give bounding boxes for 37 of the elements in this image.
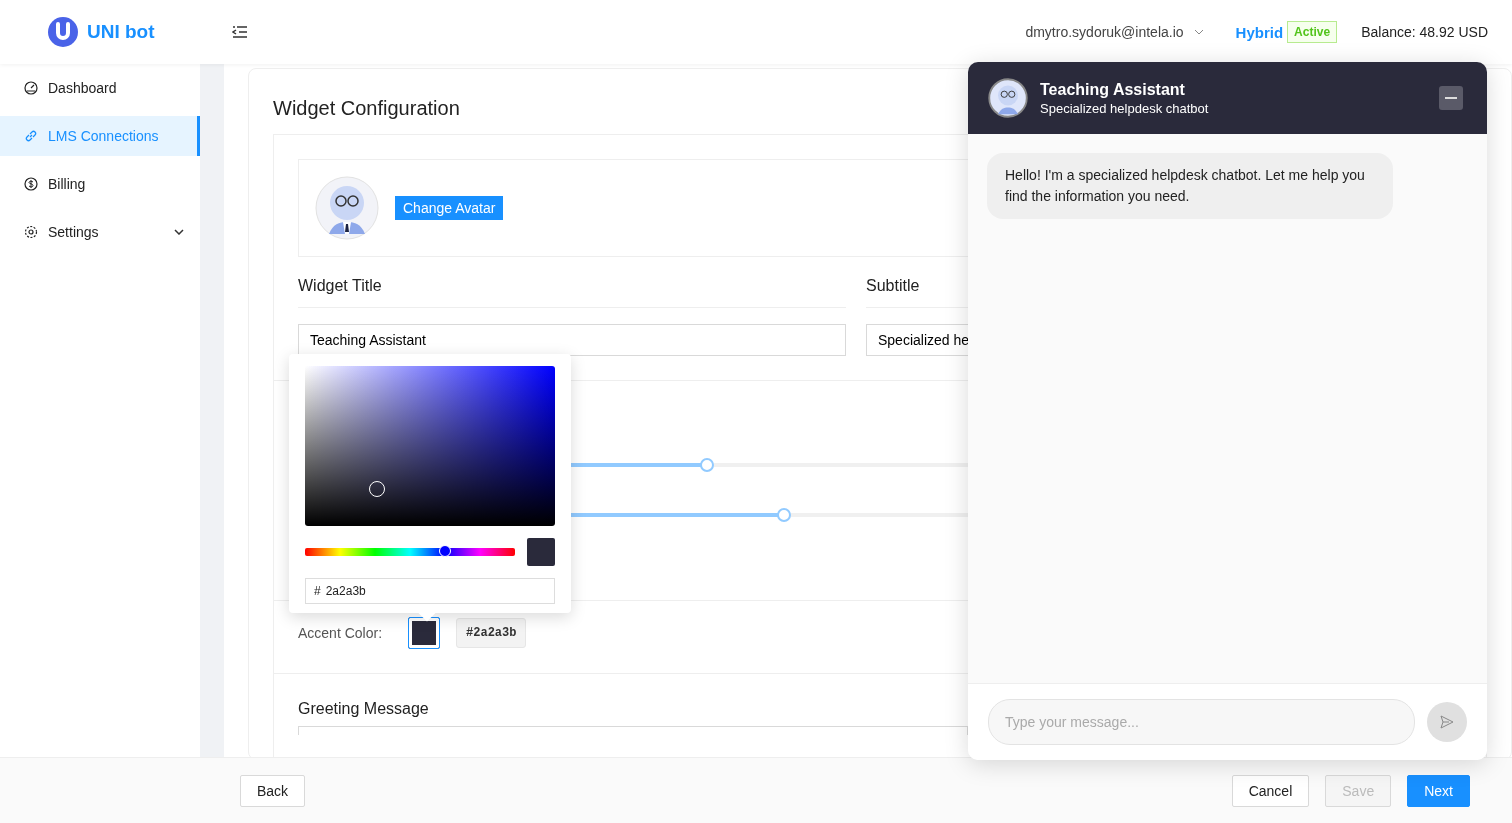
- color-swatch[interactable]: [408, 617, 441, 649]
- logo-icon: [47, 16, 79, 48]
- brand-name: UNI bot: [87, 21, 155, 43]
- balance-text: Balance: 48.92 USD: [1361, 24, 1488, 40]
- plan-name: Hybrid: [1235, 23, 1284, 41]
- accent-color-label: Accent Color:: [298, 625, 383, 641]
- status-tag: Active: [1287, 21, 1338, 43]
- back-button[interactable]: Back: [240, 774, 306, 807]
- greeting-message-field[interactable]: [298, 726, 968, 735]
- field-label: Widget Title: [298, 277, 846, 308]
- sidebar-item[interactable]: Settings: [0, 212, 200, 252]
- settings-icon: [24, 225, 38, 239]
- chat-title: Teaching Assistant: [1040, 80, 1186, 99]
- hue-slider[interactable]: [305, 548, 515, 556]
- saturation-area[interactable]: [305, 366, 555, 526]
- dollar-icon: [24, 177, 38, 191]
- hex-field[interactable]: # 2a2a3b: [305, 578, 555, 604]
- chevron-down-icon: [1193, 29, 1204, 35]
- cancel-button[interactable]: Cancel: [1231, 774, 1310, 807]
- chat-subtitle: Specialized helpdesk chatbot: [1040, 100, 1210, 116]
- gauge-icon: [24, 81, 38, 95]
- send-icon: [1439, 714, 1455, 730]
- avatar-icon: [988, 78, 1028, 118]
- user-menu[interactable]: dmytro.sydoruk@intela.io: [1025, 24, 1204, 40]
- subtitle-field[interactable]: Specialized he: [866, 324, 968, 356]
- card-title: Widget Configuration: [273, 97, 460, 120]
- hex-code: #2a2a3b: [456, 618, 527, 648]
- menu-collapse-icon[interactable]: [232, 25, 248, 39]
- sidebar-item[interactable]: Billing: [0, 164, 200, 204]
- sidebar-item[interactable]: Dashboard: [0, 68, 200, 108]
- minimize-button[interactable]: [1439, 86, 1463, 110]
- widget-title-field[interactable]: Teaching Assistant: [298, 324, 846, 356]
- message-field[interactable]: Type your message...: [988, 699, 1415, 745]
- link-icon: [24, 129, 38, 143]
- chat-message: Hello! I'm a specialized helpdesk chatbot. Let me help you find the information you need.: [987, 153, 1393, 219]
- avatar-icon: [315, 176, 379, 240]
- field-label: Greeting Message: [298, 700, 430, 718]
